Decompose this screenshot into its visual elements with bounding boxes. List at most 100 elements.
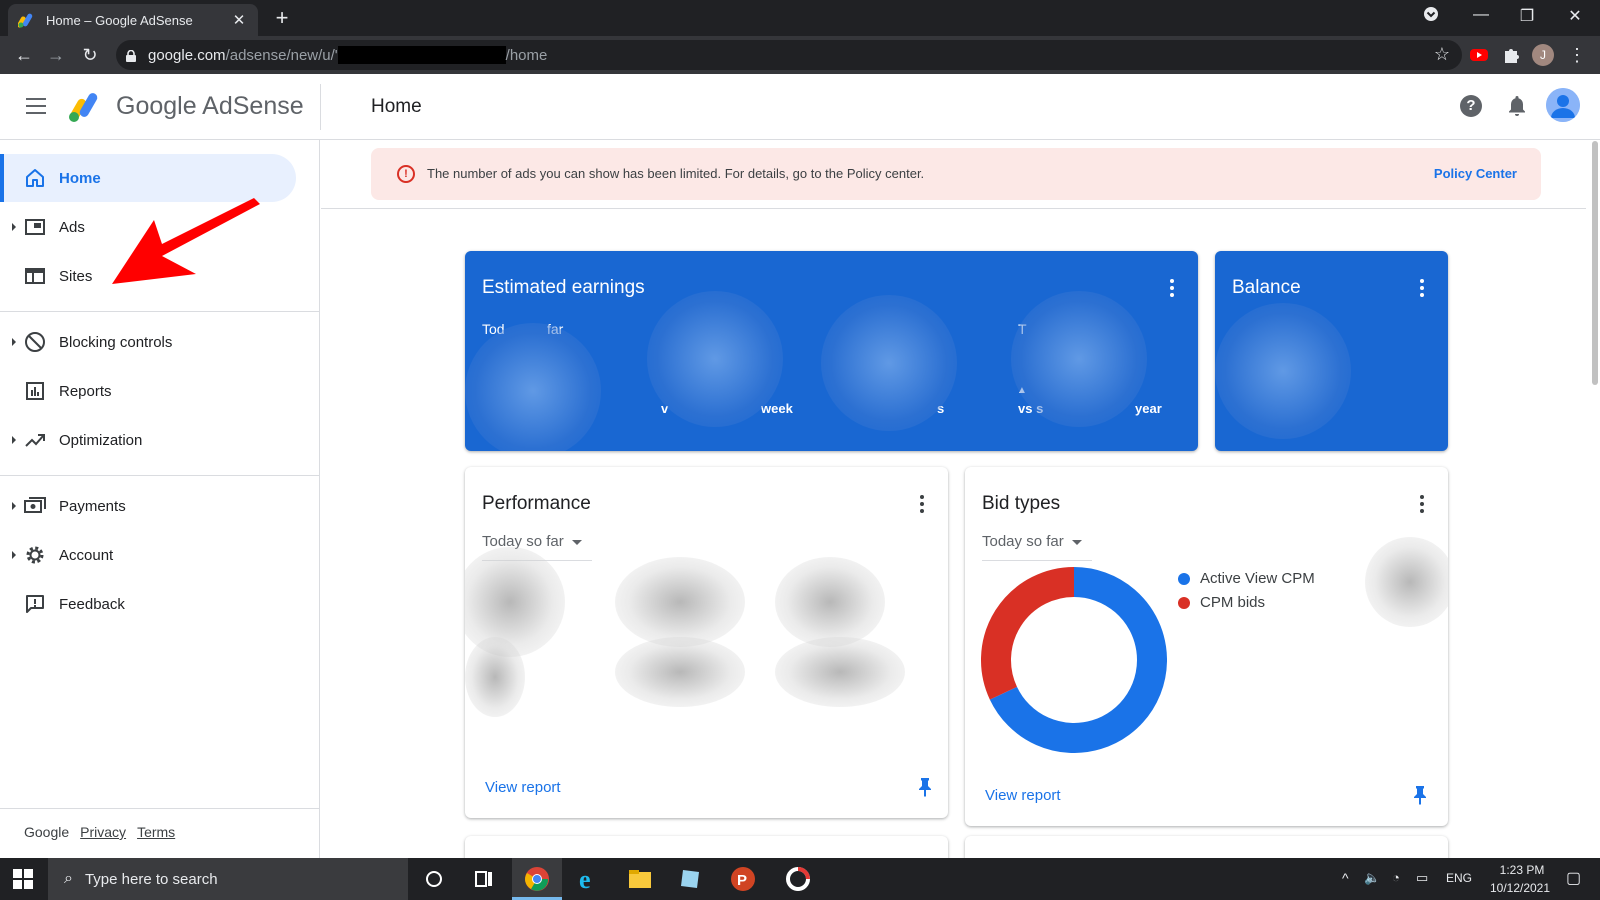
taskbar-chrome-active[interactable] xyxy=(512,858,562,900)
search-icon: ⌕ xyxy=(64,870,73,887)
blurred-value xyxy=(465,547,565,657)
privacy-link[interactable]: Privacy xyxy=(80,824,126,840)
windows-start-icon[interactable] xyxy=(13,866,39,892)
new-tab-button[interactable]: + xyxy=(270,6,294,30)
sidebar-item-label: Blocking controls xyxy=(59,333,173,351)
sidebar-item-blocking-controls[interactable]: Blocking controls xyxy=(0,318,296,366)
sidebar-footer: Google Privacy Terms xyxy=(24,824,175,840)
account-avatar[interactable] xyxy=(1546,88,1580,122)
view-report-link[interactable]: View report xyxy=(485,779,561,796)
clock-date[interactable]: 10/12/2021 xyxy=(1480,881,1560,895)
close-window-icon[interactable]: ✕ xyxy=(1560,6,1590,26)
help-icon[interactable]: ? xyxy=(1460,95,1482,117)
legend-label: CPM bids xyxy=(1200,594,1266,611)
scrollbar[interactable] xyxy=(1592,141,1598,385)
taskbar-search-box[interactable]: ⌕ Type here to search xyxy=(48,858,408,900)
card-title: Estimated earnings xyxy=(482,277,645,298)
expand-caret-icon[interactable] xyxy=(12,502,16,510)
sidebar-item-feedback[interactable]: Feedback xyxy=(0,580,296,628)
recording-app-icon[interactable] xyxy=(785,866,811,892)
internet-explorer-icon[interactable]: e xyxy=(575,865,601,894)
adsense-favicon-icon xyxy=(17,12,36,28)
trending-up-icon xyxy=(24,429,46,451)
file-explorer-icon[interactable] xyxy=(627,866,653,892)
notifications-bell-icon[interactable] xyxy=(1506,94,1528,118)
back-icon[interactable]: ← xyxy=(12,44,36,66)
volume-icon[interactable]: 🔈 xyxy=(1364,870,1380,886)
expand-caret-icon[interactable] xyxy=(12,436,16,444)
show-hidden-icons-icon[interactable]: ^ xyxy=(1342,870,1349,886)
blurred-value xyxy=(647,291,783,427)
bid-types-donut-chart xyxy=(981,567,1167,753)
home-icon xyxy=(24,167,46,189)
expand-caret-icon[interactable] xyxy=(12,223,16,231)
svg-text:e: e xyxy=(579,866,591,892)
more-options-icon[interactable] xyxy=(919,495,925,513)
blurred-value xyxy=(615,637,745,707)
chart-legend: Active View CPM CPM bids xyxy=(1178,570,1315,618)
cortana-icon[interactable] xyxy=(421,866,447,892)
sidebar-item-label: Optimization xyxy=(59,431,143,449)
error-icon: ! xyxy=(397,165,415,183)
sidebar-divider xyxy=(0,808,320,809)
chrome-menu-icon[interactable]: ⋮ xyxy=(1566,44,1588,66)
powerpoint-icon[interactable]: P xyxy=(730,866,756,892)
sidebar-item-account[interactable]: Account xyxy=(0,531,296,579)
url-path-suffix: /home xyxy=(505,46,548,64)
extensions-puzzle-icon[interactable] xyxy=(1500,44,1522,66)
footer-google: Google xyxy=(24,824,70,840)
more-options-icon[interactable] xyxy=(1419,495,1425,513)
search-placeholder: Type here to search xyxy=(84,870,218,888)
block-icon xyxy=(24,331,46,353)
tab-close-icon[interactable]: ✕ xyxy=(230,11,248,29)
youtube-extension-icon[interactable] xyxy=(1468,44,1490,66)
restore-icon[interactable]: ❐ xyxy=(1512,6,1542,26)
period-dropdown[interactable]: Today so far xyxy=(982,533,1092,561)
sites-icon xyxy=(24,265,46,287)
tab-search-icon[interactable] xyxy=(1416,6,1446,27)
card-title: Balance xyxy=(1232,277,1301,298)
red-arrow-annotation xyxy=(112,198,260,284)
browser-tab[interactable]: Home – Google AdSense ✕ xyxy=(8,4,258,36)
language-indicator[interactable]: ENG xyxy=(1446,871,1472,885)
adsense-logo-icon xyxy=(68,88,104,124)
sidebar-item-payments[interactable]: Payments xyxy=(0,482,296,530)
app-header: Google AdSense Home ? xyxy=(0,74,1600,140)
year-label-fragment: year xyxy=(1135,401,1162,416)
battery-icon[interactable]: ▭ xyxy=(1416,870,1428,886)
forward-icon[interactable]: → xyxy=(44,44,68,66)
wifi-icon[interactable]: ◔ xyxy=(1392,870,1400,885)
menu-icon[interactable] xyxy=(26,98,46,114)
reload-icon[interactable]: ↻ xyxy=(78,44,102,66)
bid-types-card: Bid types Today so far View report xyxy=(965,467,1448,826)
sidebar-item-optimization[interactable]: Optimization xyxy=(0,416,296,464)
notes-app-icon[interactable] xyxy=(678,866,704,892)
dropdown-arrow-icon xyxy=(1071,539,1082,545)
pin-icon[interactable] xyxy=(917,777,933,797)
legend-swatch xyxy=(1178,572,1190,585)
policy-warning-banner: ! The number of ads you can show has bee… xyxy=(371,148,1541,200)
bookmark-star-icon[interactable]: ☆ xyxy=(1434,44,1450,65)
pin-icon[interactable] xyxy=(1412,785,1428,805)
ads-icon xyxy=(24,216,46,238)
task-view-icon[interactable] xyxy=(471,866,497,892)
profile-avatar[interactable]: J xyxy=(1532,44,1554,66)
reports-icon xyxy=(24,380,46,402)
policy-center-link[interactable]: Policy Center xyxy=(1434,166,1517,181)
legend-swatch xyxy=(1178,596,1190,609)
terms-link[interactable]: Terms xyxy=(137,824,175,840)
blurred-value xyxy=(775,557,885,647)
more-options-icon[interactable] xyxy=(1419,279,1425,297)
notifications-icon[interactable]: ▢ xyxy=(1566,868,1581,888)
browser-toolbar: ← → ↻ google.com/adsense/new/u/'/home ☆ … xyxy=(0,36,1600,74)
sidebar-item-home[interactable]: Home xyxy=(0,154,296,202)
address-bar[interactable]: google.com/adsense/new/u/' /home ☆ xyxy=(116,40,1462,70)
expand-caret-icon[interactable] xyxy=(12,551,16,559)
clock-time[interactable]: 1:23 PM xyxy=(1488,863,1556,877)
sidebar-item-label: Reports xyxy=(59,382,112,400)
view-report-link[interactable]: View report xyxy=(985,787,1061,804)
expand-caret-icon[interactable] xyxy=(12,338,16,346)
minimize-icon[interactable]: — xyxy=(1466,6,1496,24)
more-options-icon[interactable] xyxy=(1169,279,1175,297)
sidebar-item-reports[interactable]: Reports xyxy=(0,367,296,415)
